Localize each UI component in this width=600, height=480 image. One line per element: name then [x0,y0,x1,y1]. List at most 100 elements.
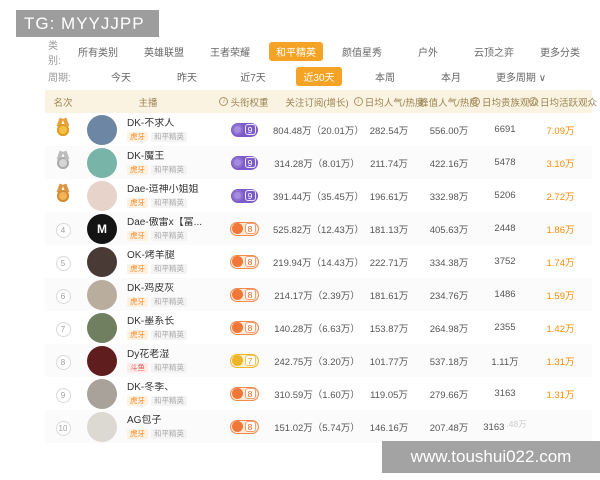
subscribers-value: 140.28万（6.63万） [273,321,361,335]
filter-option[interactable]: 更多分类 [533,42,587,61]
peak-popularity-value: 279.66万 [417,387,481,401]
watermark-top: TG: MYYJJPP [16,10,159,37]
filter-option[interactable]: 本月 [434,67,468,86]
peak-popularity-value: 234.76万 [417,288,481,302]
noble-viewers-value: 1486 [481,289,529,300]
title-weight-badge: 8 [230,255,259,269]
info-icon[interactable]: i [471,97,480,106]
filter-option[interactable]: 近7天 [233,67,273,86]
avg-popularity-value: 196.61万 [361,189,417,203]
platform-tag: 斗鱼 [127,363,148,373]
table-header-row: 名次主播i头衔权重关注订阅(增长)i日均人气/热度峰值人气/热度i日均贵族观众i… [45,90,592,113]
avatar[interactable] [87,115,117,145]
badge-level: 8 [245,322,256,333]
table-row[interactable]: DK-不求人 虎牙 和平精英 9 804.48万（20.01万） 282.54万… [45,113,592,146]
active-viewers-value: 7.09万 [529,123,592,137]
rank-number: 9 [56,388,71,403]
rank-indicator [55,151,71,174]
badge-level: 8 [245,223,256,234]
header-label: 头衔权重 [230,95,268,109]
avg-popularity-value: 119.05万 [361,387,417,401]
streamer-name[interactable]: Dae-逗神小姐姐 [127,184,215,196]
info-icon[interactable]: i [529,97,538,106]
filter-option[interactable]: 昨天 [170,67,204,86]
platform-tag: 虎牙 [127,264,148,274]
platform-tag: 虎牙 [127,297,148,307]
avatar[interactable]: M [87,214,117,244]
table-row[interactable]: Dae-逗神小姐姐 虎牙 和平精英 9 391.44万（35.45万） 196.… [45,179,592,212]
badge-rank-icon [232,124,243,135]
header-label: 日均人气/热度 [365,95,425,109]
rank-indicator: 9 [56,385,71,403]
avatar[interactable] [87,379,117,409]
filter-option[interactable]: 颜值星秀 [335,42,389,61]
rank-indicator: 4 [56,220,71,238]
filter-option[interactable]: 和平精英 [269,42,323,61]
filter-label: 周期: [48,69,88,84]
header-streamer: 主播 [81,95,215,109]
silver-medal-icon [55,151,71,169]
streamer-name[interactable]: Dy花老湿 [127,349,215,361]
avg-popularity-value: 101.77万 [361,354,417,368]
avatar[interactable] [87,148,117,178]
rank-indicator [55,118,71,141]
streamer-name[interactable]: DK-不求人 [127,118,215,130]
peak-popularity-value: 537.18万 [417,354,481,368]
info-icon[interactable]: i [354,97,363,106]
filter-option[interactable]: 本周 [368,67,402,86]
table-row[interactable]: 9 DK-冬季、 虎牙 和平精英 8 310.59万（1.60万） 119.05… [45,377,592,410]
game-tag: 和平精英 [151,330,187,340]
avg-popularity-value: 181.61万 [361,288,417,302]
noble-viewers-value: 2355 [481,322,529,333]
avatar[interactable] [87,412,117,442]
info-icon[interactable]: i [219,97,228,106]
table-body: DK-不求人 虎牙 和平精英 9 804.48万（20.01万） 282.54万… [45,113,592,443]
streamer-name[interactable]: DK-墨系长 [127,316,215,328]
table-row[interactable]: 6 DK-鸡皮灰 虎牙 和平精英 8 214.17万（2.39万） 181.61… [45,278,592,311]
streamer-name[interactable]: DK-冬季、 [127,382,215,394]
title-weight-badge: 8 [230,420,259,434]
streamer-name[interactable]: Dae-傲雷x【富... [127,217,215,229]
platform-tag: 虎牙 [127,165,148,175]
streamer-name[interactable]: DK-鸡皮灰 [127,283,215,295]
filter-option[interactable]: 英雄联盟 [137,42,191,61]
avg-popularity-value: 282.54万 [361,123,417,137]
active-viewers-value: 1.74万 [529,255,592,269]
filter-option[interactable]: 近30天 [296,67,341,86]
avatar[interactable] [87,280,117,310]
filter-option[interactable]: 户外 [411,42,445,61]
table-row[interactable]: 10 AG包子 虎牙 和平精英 8 151.02万（5.74万） 146.16万… [45,410,592,443]
category-filter-row: 类别:所有类别英雄联盟王者荣耀和平精英颜值星秀户外云顶之弈更多分类 [48,41,593,62]
header-noble-viewers: i日均贵族观众 [481,95,529,109]
avatar[interactable] [87,313,117,343]
streamer-name[interactable]: DK-魔王 [127,151,215,163]
table-row[interactable]: DK-魔王 虎牙 和平精英 9 314.28万（8.01万） 211.74万 4… [45,146,592,179]
header-label: 名次 [53,95,72,109]
noble-note: .48万 [506,419,526,429]
streamer-name[interactable]: AG包子 [127,415,215,427]
badge-rank-icon [232,190,243,201]
peak-popularity-value: 422.16万 [417,156,481,170]
table-row[interactable]: 8 Dy花老湿 斗鱼 和平精英 7 242.75万（3.20万） 101.77万… [45,344,592,377]
filter-option[interactable]: 云顶之弈 [467,42,521,61]
period-filter-row: 周期: 今天 昨天 近7天 近30天 本周 本月 更多周期 ∨ [48,66,593,87]
streamer-name[interactable]: OK-烤羊腿 [127,250,215,262]
filter-option[interactable]: 王者荣耀 [203,42,257,61]
table-row[interactable]: 7 DK-墨系长 虎牙 和平精英 8 140.28万（6.63万） 153.87… [45,311,592,344]
avatar[interactable] [87,247,117,277]
title-weight-badge: 8 [230,387,259,401]
filter-option[interactable]: 更多周期 ∨ [489,67,553,86]
table-row[interactable]: 5 OK-烤羊腿 虎牙 和平精英 8 219.94万（14.43万） 222.7… [45,245,592,278]
avatar[interactable] [87,181,117,211]
badge-rank-icon [232,322,243,333]
rank-number: 6 [56,289,71,304]
table-row[interactable]: 4 M Dae-傲雷x【富... 虎牙 和平精英 8 525.82万（12.43… [45,212,592,245]
badge-level: 8 [245,289,256,300]
filter-option[interactable]: 所有类别 [71,42,125,61]
noble-viewers-value: 2448 [481,223,529,234]
filter-label: 类别: [48,37,65,67]
filter-option[interactable]: 今天 [104,67,138,86]
avatar[interactable] [87,346,117,376]
noble-viewers-value: 5478 [481,157,529,168]
avg-popularity-value: 211.74万 [361,156,417,170]
